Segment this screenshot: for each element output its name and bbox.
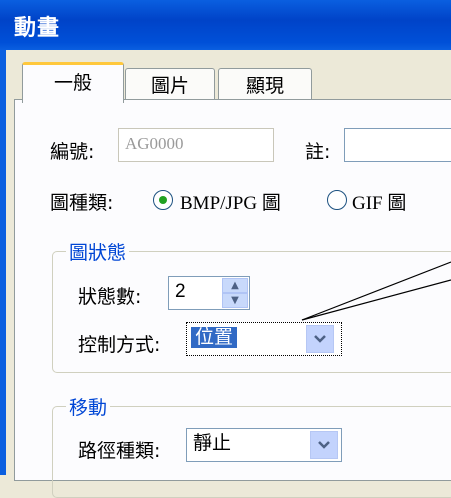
radio-gif-label[interactable]: GIF 圖 <box>352 188 406 215</box>
tab-images[interactable]: 圖片 <box>125 68 215 103</box>
radio-gif[interactable] <box>327 190 347 210</box>
path-type-label: 路徑種類: <box>78 440 161 462</box>
spin-down-icon[interactable]: ▼ <box>222 293 248 308</box>
id-label: 編號: <box>50 141 95 163</box>
spin-up-icon[interactable]: ▲ <box>222 278 248 293</box>
title-bar[interactable]: 動畫 <box>0 0 451 51</box>
path-type-dropdown-button[interactable] <box>310 431 338 459</box>
radio-bmp-jpg[interactable] <box>153 190 173 210</box>
control-mode-dropdown-button[interactable] <box>306 325 334 353</box>
note-label: 註: <box>305 141 331 163</box>
state-count-label: 狀態數: <box>78 286 142 308</box>
state-count-spin[interactable]: ▲ ▼ <box>222 278 248 308</box>
window-title: 動畫 <box>14 16 61 41</box>
state-group-title: 圖狀態 <box>66 238 130 265</box>
id-field[interactable]: AG0000 <box>118 128 274 162</box>
move-group-title: 移動 <box>66 393 111 420</box>
tab-display[interactable]: 顯現 <box>218 68 312 103</box>
image-type-label: 圖種類: <box>50 192 114 214</box>
tab-general[interactable]: 一般 <box>22 62 124 103</box>
tab-images-label: 圖片 <box>150 75 189 97</box>
chevron-down-icon <box>318 441 330 449</box>
control-mode-value: 位置 <box>191 327 238 348</box>
state-count-value: 2 <box>175 281 186 302</box>
chevron-down-icon <box>314 335 326 343</box>
control-mode-label: 控制方式: <box>78 334 161 356</box>
note-field[interactable] <box>344 128 451 162</box>
path-type-value: 靜止 <box>193 433 232 454</box>
tab-general-label: 一般 <box>53 72 92 94</box>
tab-display-label: 顯現 <box>245 75 284 97</box>
radio-bmp-jpg-label[interactable]: BMP/JPG 圖 <box>180 188 281 215</box>
radio-selected-dot <box>159 196 167 204</box>
